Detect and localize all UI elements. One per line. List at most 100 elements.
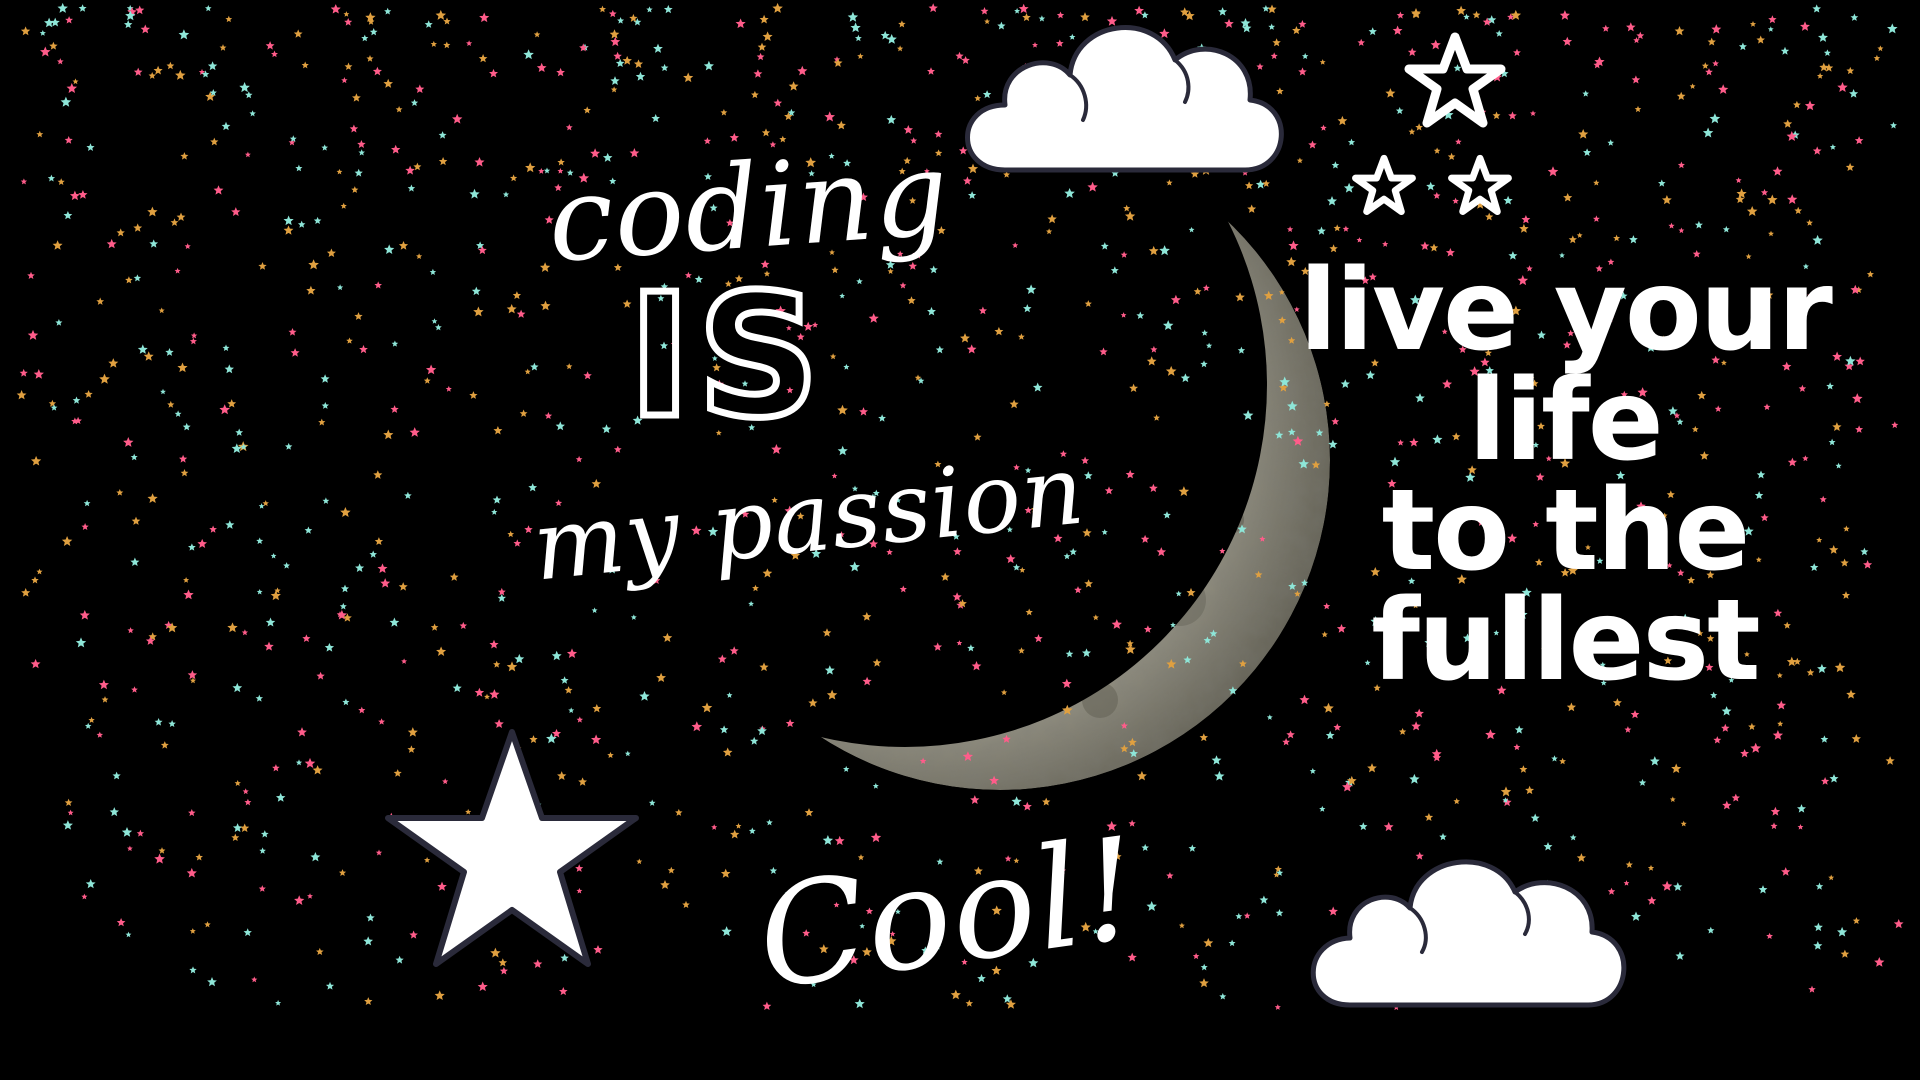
confetti-star xyxy=(1453,64,1462,72)
confetti-star xyxy=(1166,871,1174,879)
confetti-star xyxy=(175,69,186,80)
confetti-star xyxy=(21,588,31,597)
confetti-star xyxy=(260,830,269,838)
confetti-star xyxy=(555,421,565,431)
star-outline-icon xyxy=(1352,154,1416,215)
confetti-star xyxy=(870,832,882,843)
confetti-star xyxy=(965,999,974,1007)
confetti-star xyxy=(1813,922,1823,932)
confetti-star xyxy=(1721,706,1732,716)
confetti-star xyxy=(750,736,759,745)
confetti-star xyxy=(720,108,728,116)
confetti-star xyxy=(1816,72,1824,79)
confetti-star xyxy=(1333,723,1342,731)
confetti-star xyxy=(84,722,92,729)
confetti-star xyxy=(341,77,348,84)
confetti-star xyxy=(1694,220,1703,229)
confetti-star xyxy=(788,81,799,91)
confetti-star xyxy=(1885,756,1895,765)
confetti-star xyxy=(576,716,583,723)
confetti-star xyxy=(1513,48,1521,57)
confetti-star xyxy=(667,866,675,874)
confetti-star xyxy=(753,69,763,78)
confetti-star xyxy=(409,427,420,437)
confetti-star xyxy=(295,759,303,766)
confetti-star xyxy=(494,719,504,728)
confetti-star xyxy=(630,614,637,620)
confetti-star xyxy=(1551,755,1558,762)
confetti-star xyxy=(519,409,528,417)
confetti-star xyxy=(1337,115,1348,126)
confetti-star xyxy=(1266,714,1273,720)
confetti-star xyxy=(1675,951,1685,960)
confetti-star xyxy=(1770,822,1778,830)
confetti-star xyxy=(1178,922,1185,929)
confetti-star xyxy=(338,869,347,876)
confetti-star xyxy=(773,98,783,107)
confetti-star xyxy=(189,966,197,974)
confetti-star xyxy=(1276,87,1284,95)
confetti-star xyxy=(984,18,991,25)
confetti-star xyxy=(1855,425,1864,433)
confetti-star xyxy=(533,959,543,968)
confetti-star xyxy=(423,377,431,384)
star-outline-icon xyxy=(1404,32,1506,128)
confetti-star xyxy=(1736,188,1747,199)
confetti-star xyxy=(1323,702,1334,713)
confetti-star xyxy=(1712,60,1719,67)
confetti-star xyxy=(1677,161,1685,169)
confetti-star xyxy=(225,15,233,23)
confetti-star xyxy=(1456,5,1466,15)
confetti-star xyxy=(499,966,508,975)
confetti-star xyxy=(507,530,515,538)
confetti-star xyxy=(133,223,143,232)
confetti-star xyxy=(374,281,382,289)
confetti-star xyxy=(1038,15,1046,22)
confetti-star xyxy=(1673,882,1683,891)
confetti-star xyxy=(275,999,282,1006)
confetti-star xyxy=(189,337,197,345)
confetti-star xyxy=(1661,880,1673,891)
confetti-star xyxy=(1768,15,1777,24)
confetti-star xyxy=(1866,270,1874,278)
confetti-star xyxy=(184,243,191,250)
cloud-icon xyxy=(1310,859,1627,1008)
confetti-star xyxy=(523,49,534,60)
confetti-star xyxy=(416,253,423,259)
confetti-star xyxy=(294,895,305,905)
confetti-star xyxy=(210,137,219,146)
confetti-star xyxy=(629,13,638,22)
confetti-star xyxy=(575,455,583,463)
confetti-star xyxy=(232,823,243,832)
confetti-star xyxy=(1299,694,1310,705)
confetti-star xyxy=(121,826,133,837)
confetti-star xyxy=(424,20,433,28)
confetti-star xyxy=(484,693,490,700)
confetti-star xyxy=(1576,232,1583,238)
confetti-star xyxy=(756,52,765,61)
confetti-star xyxy=(109,807,119,817)
confetti-star xyxy=(1837,926,1848,937)
confetti-star xyxy=(566,648,578,658)
confetti-star xyxy=(57,178,65,186)
confetti-star xyxy=(98,679,109,690)
confetti-star xyxy=(354,168,363,177)
confetti-star xyxy=(1845,162,1855,172)
confetti-star xyxy=(1625,861,1633,868)
confetti-star xyxy=(1623,880,1630,886)
confetti-star xyxy=(1211,755,1222,765)
confetti-star xyxy=(374,537,384,546)
confetti-star xyxy=(187,670,198,680)
confetti-star xyxy=(1559,757,1566,765)
confetti-star xyxy=(424,856,431,863)
confetti-star xyxy=(1840,949,1850,958)
confetti-star xyxy=(1840,558,1849,567)
confetti-star xyxy=(1134,5,1144,15)
confetti-star xyxy=(31,576,39,584)
confetti-star xyxy=(493,660,501,668)
confetti-star xyxy=(469,391,478,399)
confetti-star xyxy=(430,623,439,631)
confetti-star xyxy=(1296,157,1303,164)
confetti-star xyxy=(613,51,622,60)
confetti-star xyxy=(1760,188,1769,196)
